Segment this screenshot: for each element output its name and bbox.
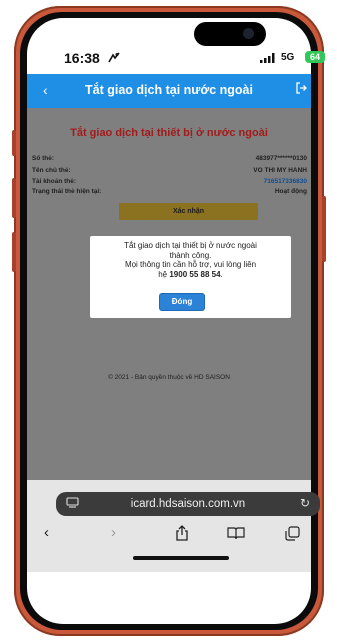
back-arrow-icon[interactable]: ‹ [44, 524, 49, 541]
volume-down-button [12, 232, 16, 272]
home-indicator[interactable] [133, 556, 229, 560]
dialog-line: thành công. [169, 250, 212, 260]
cellular-signal-icon [260, 53, 276, 66]
dialog-text-suffix: . [220, 269, 223, 279]
tabs-icon[interactable] [285, 526, 300, 545]
logout-icon[interactable] [295, 82, 307, 97]
close-button[interactable]: Đóng [160, 294, 204, 310]
dialog-line-hotline: hệ 1900 55 88 54. [96, 270, 285, 280]
status-time: 16:38 [64, 50, 100, 66]
app-header: ‹ Tắt giao dịch tại nước ngoài [27, 74, 311, 108]
volume-up-button [12, 178, 16, 218]
info-value: 483977******0130 [255, 155, 307, 162]
dynamic-island [194, 22, 266, 46]
dialog-line: Tắt giao dịch tại thiết bị ở nước ngoài [124, 241, 257, 250]
dialog-message: Tắt giao dịch tại thiết bị ở nước ngoài … [96, 241, 285, 279]
info-label: Tên chủ thẻ: [32, 167, 71, 174]
bookmarks-icon[interactable] [227, 527, 245, 544]
info-label: Tài khoản thẻ: [32, 178, 77, 185]
reload-icon[interactable]: ↻ [300, 496, 310, 510]
camera-icon [243, 28, 254, 39]
confirm-button[interactable]: Xác nhận [119, 203, 258, 220]
copyright-text: © 2021 - Bản quyền thuộc về HD SAISON [108, 374, 230, 381]
success-dialog: Tắt giao dịch tại thiết bị ở nước ngoài … [90, 236, 291, 318]
info-row-card-holder: Tên chủ thẻ: VO THI MY HANH [27, 167, 311, 178]
info-row-card-status: Trạng thái thẻ hiện tại: Hoạt động [27, 188, 311, 199]
info-value: 716517336830 [263, 178, 307, 185]
url-text[interactable]: icard.hdsaison.com.vn [56, 498, 320, 510]
action-button [12, 130, 16, 156]
info-value: Hoạt động [274, 188, 307, 195]
battery-icon: 64 [305, 51, 325, 63]
dialog-text-prefix: hệ [158, 269, 170, 279]
info-value: VO THI MY HANH [253, 167, 307, 174]
info-label: Trạng thái thẻ hiện tại: [32, 188, 102, 195]
forward-arrow-icon[interactable]: › [111, 524, 116, 541]
dialog-line: Mọi thông tin cần hỗ trợ, vui lòng liên [124, 260, 257, 269]
card-title: Tắt giao dịch tại thiết bị ở nước ngoài [70, 127, 268, 139]
address-bar[interactable]: icard.hdsaison.com.vn ↻ [56, 492, 320, 516]
share-icon[interactable] [175, 525, 189, 545]
info-row-card-number: Số thẻ: 483977******0130 [27, 155, 311, 166]
focus-mode-icon [108, 52, 120, 66]
power-button [322, 196, 326, 262]
info-label: Số thẻ: [32, 155, 55, 162]
network-type: 5G [281, 52, 295, 63]
hotline-number[interactable]: 1900 55 88 54 [169, 270, 220, 279]
page-title: Tắt giao dịch tại nước ngoài [85, 83, 253, 97]
